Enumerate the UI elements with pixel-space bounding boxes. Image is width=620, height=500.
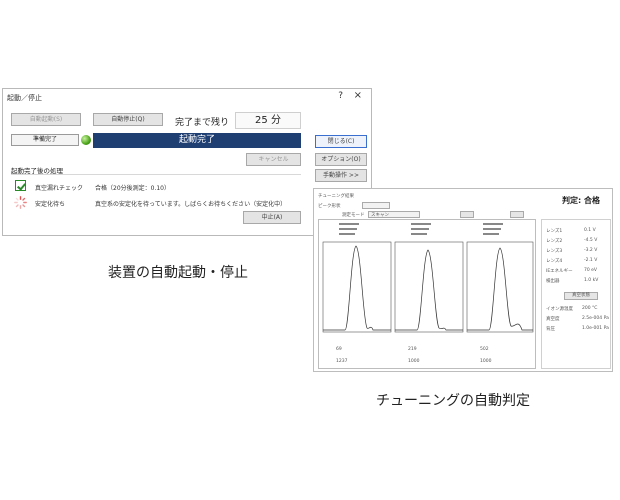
mode-value: スキャン [371, 213, 389, 218]
param-label: レンズ3 [546, 249, 563, 254]
cancel-button[interactable]: キャンセル [246, 153, 301, 166]
help-icon[interactable]: ? [338, 91, 343, 101]
param-label: レンズ4 [546, 259, 563, 264]
tuning-dialog: チューニング結果 判定: 合格 ピーク形状 測定モード スキャン 69 1237… [313, 188, 613, 372]
param-label: レンズ2 [546, 239, 563, 244]
manual-ops-button[interactable]: 手動操作 >> [315, 169, 367, 182]
vacuum-label: 背圧 [546, 327, 555, 332]
tuning-file-label: ピーク形状 [318, 204, 341, 209]
close-icon[interactable]: × [354, 90, 362, 101]
auto-start-button[interactable]: 自動起動(S) [11, 113, 81, 126]
task-result: 真空系の安定化を待っています。しばらくお待ちください（安定化中） [95, 201, 287, 208]
caption-auto-startup: 装置の自動起動・停止 [108, 265, 248, 281]
vacuum-label: 真空度 [546, 317, 560, 322]
startup-status-bar: 起動完了 [93, 133, 301, 148]
peak-mass: 502 [480, 347, 489, 352]
param-value: 70 eV [584, 268, 598, 273]
check-done-icon [15, 180, 26, 191]
close-button[interactable]: 閉じる(C) [315, 135, 367, 148]
task-result: 合格（20分後測定：0.10） [95, 185, 170, 192]
vacuum-value: 1.0e-001 Pa [582, 326, 609, 331]
dialog-title: 起動／停止 [7, 94, 42, 102]
param-label: 検出器 [546, 279, 560, 284]
remaining-time-label: 完了まで残り [175, 118, 230, 128]
param-label: レンズ1 [546, 229, 563, 234]
dialog-titlebar: 起動／停止 ? × [3, 89, 371, 105]
tuning-verdict: 判定: 合格 [562, 196, 600, 205]
param-value: 0.1 V [584, 228, 596, 233]
vacuum-value: 2.5e-004 Pa [582, 316, 609, 321]
param-label: IEエネルギー [546, 269, 573, 274]
auto-stop-button[interactable]: 自動停止(Q) [93, 113, 163, 126]
vacuum-label: イオン源温度 [546, 307, 573, 312]
task-name: 安定化待ち [35, 201, 66, 208]
peak-height: 1237 [336, 359, 348, 364]
vacuum-value: 200 °C [582, 306, 598, 311]
peak-height: 1000 [408, 359, 420, 364]
abort-button[interactable]: 中止(A) [243, 211, 301, 224]
peak-mass: 219 [408, 347, 417, 352]
task-name: 真空漏れチェック [35, 185, 84, 192]
peak-height: 1000 [480, 359, 492, 364]
tuning-file-select[interactable] [362, 202, 390, 209]
ready-status: 準備完了 [11, 134, 79, 146]
vacuum-status-button[interactable]: 真空状態 [564, 292, 598, 300]
ready-indicator-icon [81, 135, 91, 145]
mode-label: 測定モード [342, 213, 365, 218]
peak-profiles [322, 223, 534, 333]
options-button[interactable]: オプション(O) [315, 153, 367, 166]
tuning-parameter-panel: レンズ1 0.1 V レンズ2 -4.5 V レンズ3 -3.2 V レンズ4 … [541, 219, 611, 369]
param-value: -3.2 V [584, 248, 598, 253]
tuning-dialog-title: チューニング結果 [318, 194, 354, 199]
caption-auto-tuning: チューニングの自動判定 [376, 393, 530, 409]
param-value: 1.0 kV [584, 278, 599, 283]
remaining-time-value: 25 分 [235, 112, 301, 129]
section-divider [11, 174, 301, 175]
spinner-icon [14, 196, 27, 209]
peak-profile-frame [318, 219, 536, 369]
peak-mass: 69 [336, 347, 342, 352]
param-value: -2.1 V [584, 258, 598, 263]
range-end-button[interactable] [510, 211, 524, 218]
range-start-button[interactable] [460, 211, 474, 218]
param-value: -4.5 V [584, 238, 598, 243]
